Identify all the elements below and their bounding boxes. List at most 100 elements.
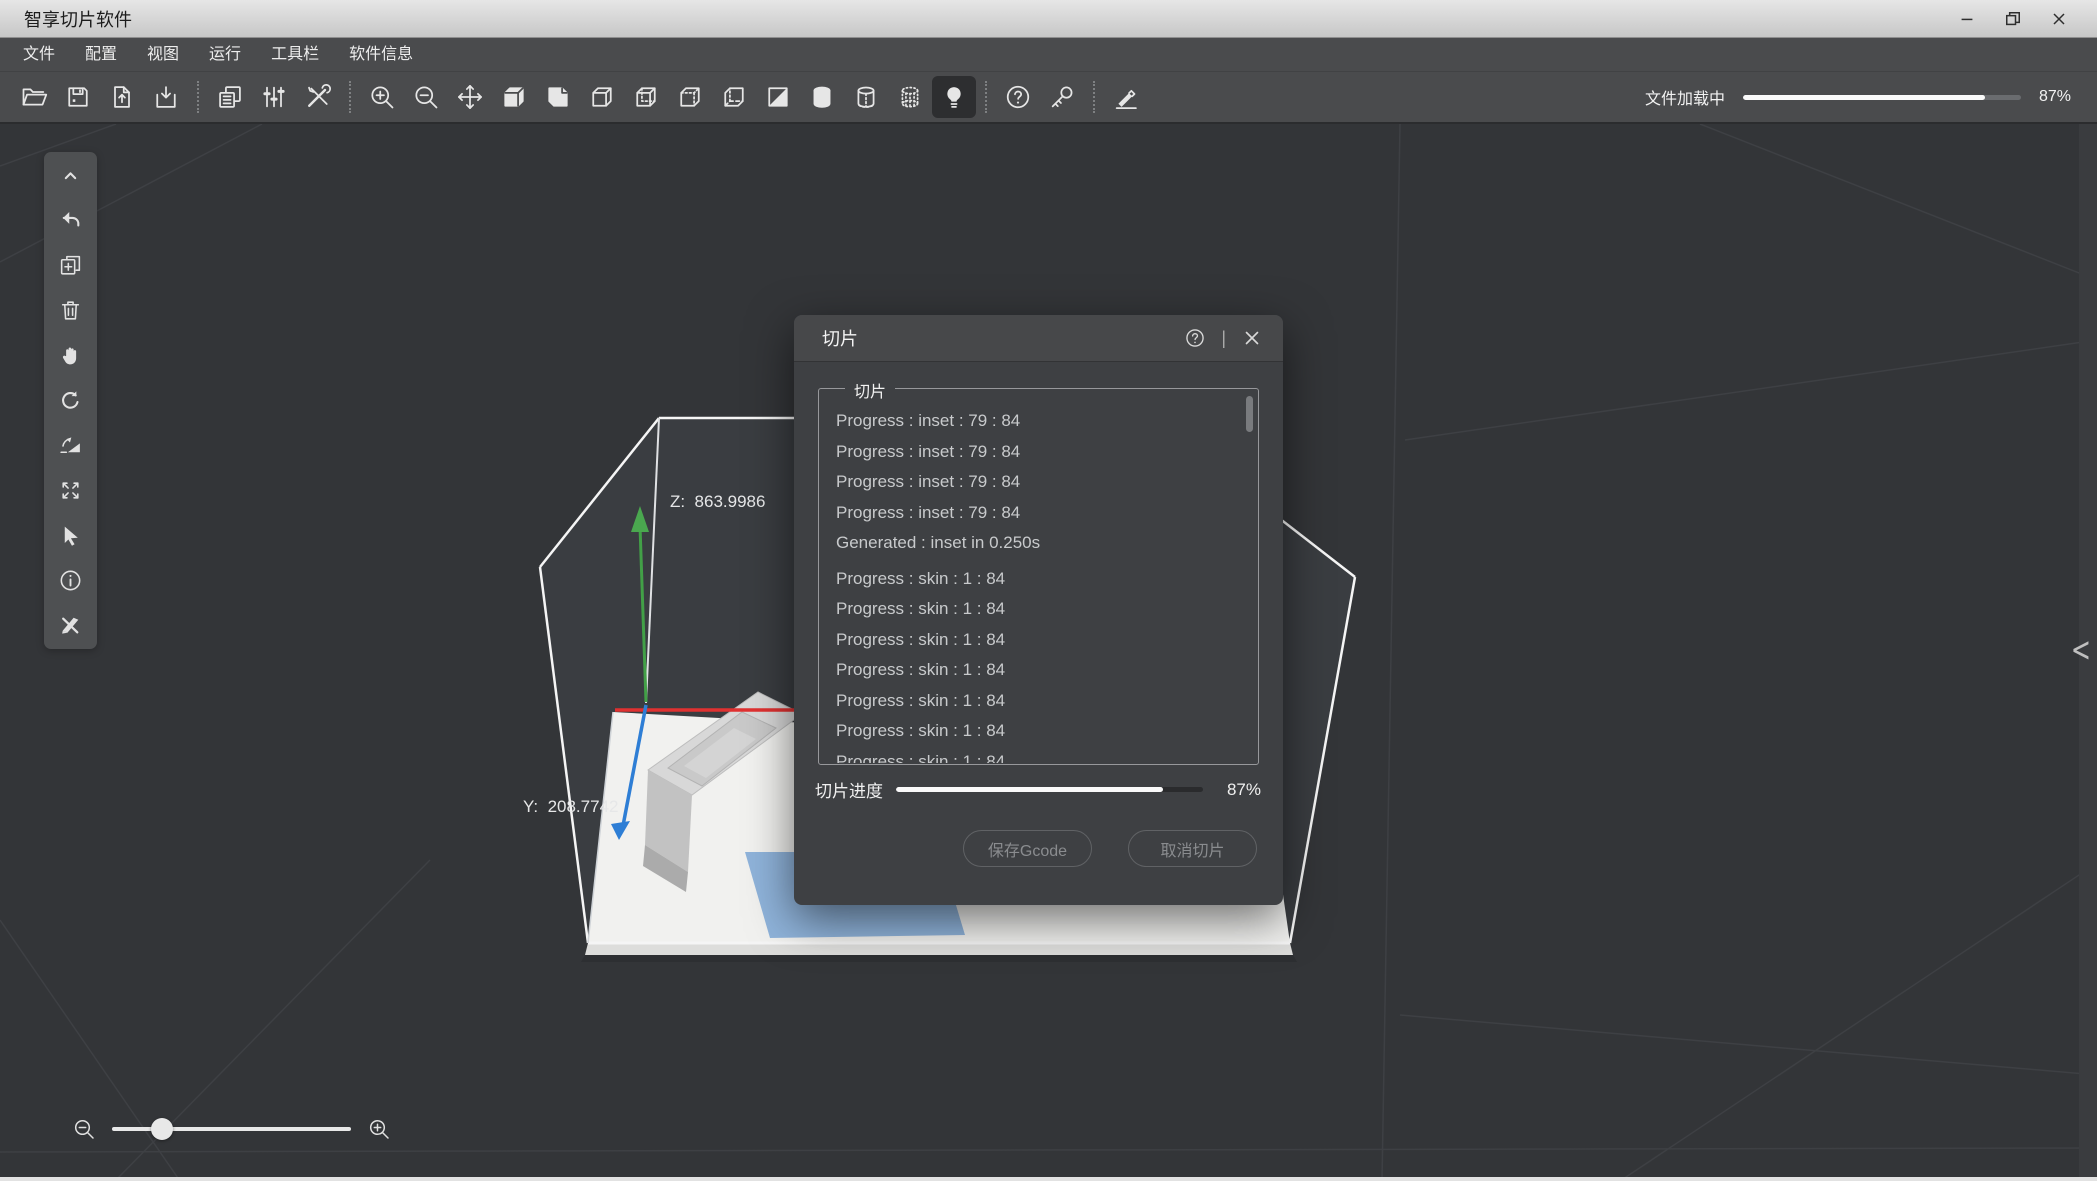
help-button[interactable] — [996, 76, 1040, 118]
cube-solid-icon — [500, 83, 528, 111]
window-title: 智享切片软件 — [24, 6, 132, 32]
menubar: 文件配置视图运行工具栏软件信息 — [0, 38, 2097, 72]
restore-button[interactable] — [2001, 7, 2025, 31]
cube-diagonal-button[interactable] — [756, 76, 800, 118]
log-line: Progress : skin : 1 : 84 — [836, 747, 1244, 764]
zoom-out-button[interactable] — [72, 1117, 96, 1141]
loading-label: 文件加载中 — [1645, 85, 1725, 109]
toolbar: 文件加载中87% — [0, 72, 2097, 124]
minimize-icon — [1957, 9, 1977, 29]
key-button[interactable] — [1040, 76, 1084, 118]
menu-item-toolbar[interactable]: 工具栏 — [256, 38, 334, 72]
menu-item-config[interactable]: 配置 — [70, 38, 132, 72]
sliders-button[interactable] — [252, 76, 296, 118]
cube-solid-button[interactable] — [492, 76, 536, 118]
help-icon — [1184, 327, 1206, 349]
key-icon — [1048, 83, 1076, 111]
export-file-icon — [108, 83, 136, 111]
zoom-out-button[interactable] — [404, 76, 448, 118]
collapse-up-button[interactable] — [56, 161, 86, 189]
zoom-slider[interactable] — [112, 1117, 351, 1141]
mirror-icon — [58, 433, 83, 458]
knife-button[interactable] — [1104, 76, 1148, 118]
menu-item-view[interactable]: 视图 — [132, 38, 194, 72]
cube-dashed-bottom-button[interactable] — [712, 76, 756, 118]
rotate-button[interactable] — [56, 386, 86, 414]
cube-dotted-top-button[interactable] — [668, 76, 712, 118]
cube-dotted-top-icon — [676, 83, 704, 111]
select-button[interactable] — [56, 522, 86, 550]
tools-button[interactable] — [296, 76, 340, 118]
log-line: Progress : skin : 1 : 84 — [836, 716, 1244, 747]
panel-collapse-toggle[interactable]: < — [2071, 630, 2091, 669]
z-axis-label: Z: 863.9986 — [670, 492, 765, 512]
dialog-help-button[interactable] — [1184, 327, 1206, 349]
collapse-up-icon — [58, 163, 83, 188]
zoom-slider-thumb[interactable] — [151, 1118, 173, 1140]
file-loading-status: 文件加载中87% — [1645, 85, 2085, 109]
zoom-in-button[interactable] — [367, 1117, 391, 1141]
cube-dotted-button[interactable] — [624, 76, 668, 118]
slice-progress-row: 切片进度 87% — [815, 777, 1261, 802]
move-button[interactable] — [448, 76, 492, 118]
mirror-button[interactable] — [56, 432, 86, 460]
repair-icon — [58, 613, 83, 638]
cube-wireframe-button[interactable] — [580, 76, 624, 118]
scale-button[interactable] — [56, 477, 86, 505]
build-plate-edge — [585, 943, 1293, 955]
lightbulb-icon — [940, 83, 968, 111]
zoom-slider-control — [72, 1117, 391, 1141]
open-folder-button[interactable] — [12, 76, 56, 118]
pan-hand-button[interactable] — [56, 341, 86, 369]
cylinder-wireframe-button[interactable] — [844, 76, 888, 118]
scale-icon — [58, 478, 83, 503]
help-icon — [1004, 83, 1032, 111]
close-button[interactable] — [2047, 7, 2071, 31]
log-line: Generated : inset in 0.250s — [836, 528, 1244, 559]
delete-button[interactable] — [56, 296, 86, 324]
cylinder-solid-icon — [808, 83, 836, 111]
info-button[interactable] — [56, 567, 86, 595]
copy-config-button[interactable] — [208, 76, 252, 118]
restore-icon — [2003, 9, 2023, 29]
slice-progress-bar — [896, 787, 1203, 792]
slice-progress-percent: 87% — [1227, 780, 1261, 800]
titlebar: 智享切片软件 — [0, 0, 2097, 38]
zoom-out-icon — [72, 1117, 96, 1141]
viewport-3d[interactable]: Z: 863.9986 Y: 208.7742 < 切片 | — [0, 124, 2097, 1181]
lightbulb-button[interactable] — [932, 76, 976, 118]
cube-dashed-bottom-icon — [720, 83, 748, 111]
side-toolbar — [44, 152, 97, 649]
y-axis-label: Y: 208.7742 — [523, 797, 618, 817]
cylinder-solid-button[interactable] — [800, 76, 844, 118]
slice-dialog-header[interactable]: 切片 | — [794, 315, 1283, 362]
export-file-button[interactable] — [100, 76, 144, 118]
menu-item-run[interactable]: 运行 — [194, 38, 256, 72]
toolbar-separator — [1093, 81, 1095, 113]
slice-log[interactable]: Progress : inset : 79 : 84Progress : ins… — [836, 390, 1244, 763]
cube-diagonal-icon — [764, 83, 792, 111]
rotate-icon — [58, 388, 83, 413]
save-icon — [64, 83, 92, 111]
save-button[interactable] — [56, 76, 100, 118]
zoom-slider-track[interactable] — [112, 1127, 351, 1131]
undo-icon — [58, 208, 83, 233]
cylinder-points-button[interactable] — [888, 76, 932, 118]
save-gcode-button[interactable]: 保存Gcode — [963, 830, 1092, 867]
undo-button[interactable] — [56, 206, 86, 234]
add-copy-button[interactable] — [56, 251, 86, 279]
import-button[interactable] — [144, 76, 188, 118]
zoom-in-button[interactable] — [360, 76, 404, 118]
log-line: Progress : skin : 1 : 84 — [836, 564, 1244, 595]
dialog-buttons: 保存Gcode 取消切片 — [963, 830, 1257, 867]
menu-item-about[interactable]: 软件信息 — [334, 38, 428, 72]
menu-item-file[interactable]: 文件 — [8, 38, 70, 72]
repair-button[interactable] — [56, 612, 86, 640]
build-plate-shadow — [581, 955, 1297, 962]
cube-page-button[interactable] — [536, 76, 580, 118]
cancel-slice-button[interactable]: 取消切片 — [1128, 830, 1257, 867]
add-copy-icon — [58, 253, 83, 278]
dialog-close-button[interactable] — [1241, 327, 1263, 349]
log-scrollbar-thumb[interactable] — [1246, 396, 1253, 432]
minimize-button[interactable] — [1955, 7, 1979, 31]
